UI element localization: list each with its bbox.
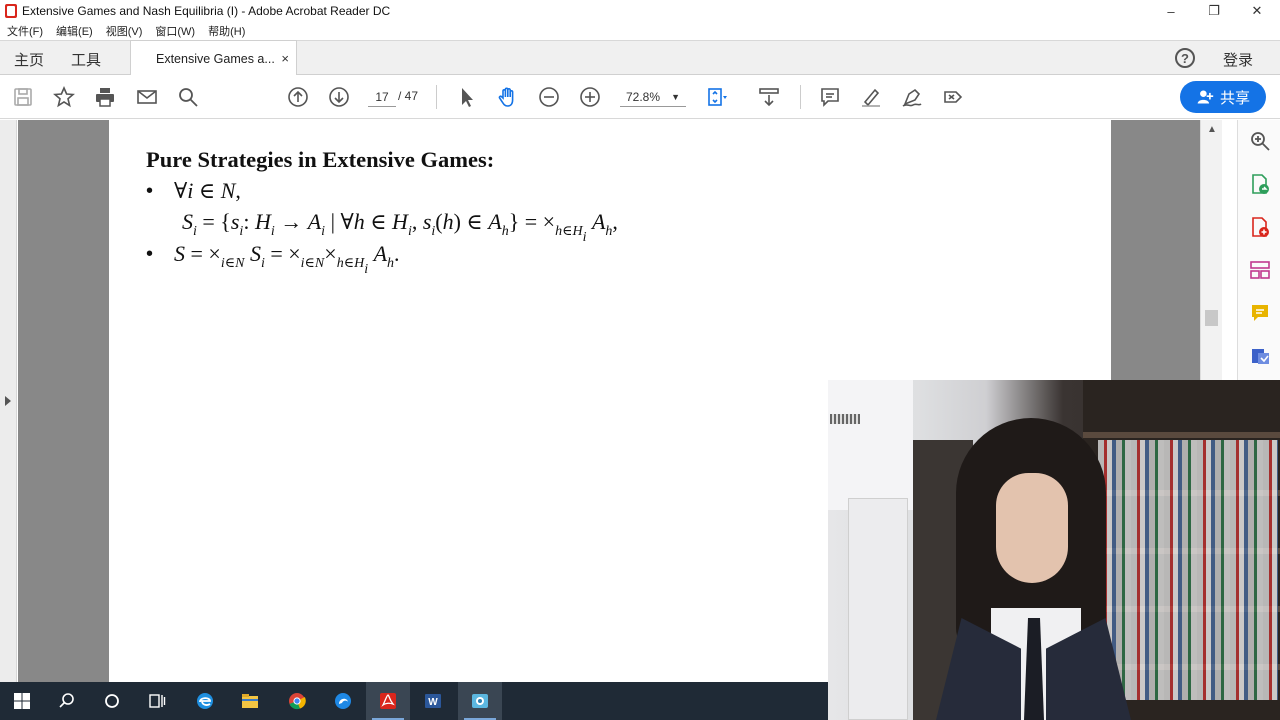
chevron-down-icon: ▼ bbox=[671, 92, 680, 102]
chrome-button[interactable] bbox=[275, 682, 319, 720]
windows-logo-icon bbox=[14, 693, 30, 709]
toolbar: 17 / 47 72.8% ▼ 共享 bbox=[0, 75, 1280, 119]
math-line-for-all: ∀i ∈ N, bbox=[174, 178, 241, 203]
organize-pages-icon[interactable] bbox=[1249, 259, 1271, 281]
word-button[interactable]: W bbox=[411, 682, 455, 720]
tab-bar: 主页 工具 Extensive Games a... × ? 登录 bbox=[0, 40, 1280, 76]
edge-button[interactable] bbox=[183, 682, 227, 720]
create-pdf-icon[interactable] bbox=[1249, 216, 1271, 238]
select-cursor-icon[interactable] bbox=[455, 85, 479, 109]
svg-text:W: W bbox=[428, 697, 438, 708]
login-link[interactable]: 登录 bbox=[1223, 49, 1253, 70]
page-total: / 47 bbox=[398, 89, 419, 103]
page-number-input[interactable]: 17 bbox=[368, 87, 396, 107]
presenter bbox=[936, 418, 1131, 720]
math-line-product: S = ×i∈N Si = ×i∈N×h∈Hi Ah. bbox=[174, 241, 400, 277]
next-page-icon[interactable] bbox=[327, 85, 351, 109]
menu-view[interactable]: 视图(V) bbox=[106, 23, 143, 39]
scroll-mode-icon[interactable] bbox=[757, 85, 781, 109]
tab-document[interactable]: Extensive Games a... × bbox=[130, 40, 297, 76]
title-bar: Extensive Games and Nash Equilibria (I) … bbox=[0, 0, 1280, 22]
word-icon: W bbox=[425, 694, 441, 708]
taskbar-search-button[interactable] bbox=[45, 682, 89, 720]
menu-window[interactable]: 窗口(W) bbox=[155, 23, 195, 39]
media-app-button[interactable] bbox=[458, 682, 502, 720]
sign-icon[interactable] bbox=[900, 85, 924, 109]
acrobat-button[interactable] bbox=[366, 682, 410, 720]
cortana-button[interactable] bbox=[90, 682, 134, 720]
hand-tool-icon[interactable] bbox=[496, 85, 520, 109]
tab-document-label: Extensive Games a... bbox=[156, 51, 275, 66]
send-for-review-icon[interactable] bbox=[1249, 345, 1271, 367]
zoom-level-dropdown[interactable]: 72.8% ▼ bbox=[620, 87, 686, 107]
previous-page-icon[interactable] bbox=[286, 85, 310, 109]
minimize-button[interactable]: – bbox=[1148, 0, 1194, 22]
search-icon bbox=[59, 693, 74, 708]
share-label: 共享 bbox=[1219, 89, 1250, 107]
menu-edit[interactable]: 编辑(E) bbox=[56, 23, 93, 39]
menu-bar: 文件(F) 编辑(E) 视图(V) 窗口(W) 帮助(H) bbox=[0, 22, 1280, 40]
comment-icon[interactable] bbox=[818, 85, 842, 109]
bullet-1: • bbox=[146, 180, 154, 202]
highlight-pen-icon[interactable] bbox=[859, 85, 883, 109]
webcam-wall-vent bbox=[830, 414, 860, 424]
window-title: Extensive Games and Nash Equilibria (I) … bbox=[22, 4, 391, 18]
start-button[interactable] bbox=[0, 682, 44, 720]
print-icon[interactable] bbox=[93, 85, 117, 109]
scroll-up-icon[interactable]: ▲ bbox=[1207, 124, 1217, 135]
file-explorer-icon bbox=[242, 694, 258, 708]
slide-heading: Pure Strategies in Extensive Games: bbox=[146, 147, 495, 172]
tab-tools[interactable]: 工具 bbox=[71, 49, 101, 70]
toolbar-divider bbox=[436, 85, 437, 109]
webcam-door bbox=[848, 498, 908, 720]
find-search-icon[interactable] bbox=[176, 85, 200, 109]
zoom-search-icon[interactable] bbox=[1249, 130, 1271, 152]
email-icon[interactable] bbox=[135, 85, 159, 109]
file-explorer-button[interactable] bbox=[228, 682, 272, 720]
webcam-overlay bbox=[828, 380, 1280, 720]
fill-sign-icon[interactable] bbox=[941, 85, 965, 109]
acrobat-logo-icon bbox=[5, 4, 17, 18]
bullet-2: • bbox=[146, 243, 154, 265]
bookmark-star-icon[interactable] bbox=[52, 85, 76, 109]
share-button[interactable]: 共享 bbox=[1180, 81, 1266, 113]
webcam-window-light bbox=[828, 380, 913, 510]
acrobat-icon bbox=[380, 693, 396, 709]
chrome-icon bbox=[289, 693, 306, 710]
app-icon bbox=[335, 693, 351, 709]
close-window-button[interactable]: ✕ bbox=[1234, 0, 1280, 22]
zoom-level-value: 72.8% bbox=[626, 90, 661, 104]
close-tab-icon[interactable]: × bbox=[281, 51, 289, 66]
media-app-icon bbox=[472, 694, 488, 708]
export-pdf-icon[interactable] bbox=[1249, 173, 1271, 195]
toolbar-divider bbox=[800, 85, 801, 109]
tab-home[interactable]: 主页 bbox=[14, 49, 44, 70]
cortana-icon bbox=[105, 694, 119, 708]
task-view-icon bbox=[149, 694, 166, 708]
save-icon[interactable] bbox=[11, 85, 35, 109]
comment-tool-icon[interactable] bbox=[1249, 302, 1271, 324]
fit-page-icon[interactable] bbox=[705, 85, 729, 109]
add-person-icon bbox=[1197, 90, 1214, 104]
zoom-out-icon[interactable] bbox=[537, 85, 561, 109]
scrollbar-thumb[interactable] bbox=[1205, 310, 1218, 326]
menu-file[interactable]: 文件(F) bbox=[7, 23, 43, 39]
menu-help[interactable]: 帮助(H) bbox=[208, 23, 245, 39]
zoom-in-icon[interactable] bbox=[578, 85, 602, 109]
left-navigation-rail[interactable] bbox=[0, 120, 17, 682]
windows-taskbar: W bbox=[0, 682, 828, 720]
presenter-face bbox=[996, 473, 1068, 583]
edge-icon bbox=[197, 693, 213, 709]
task-view-button[interactable] bbox=[135, 682, 179, 720]
restore-button[interactable]: ❐ bbox=[1191, 0, 1237, 22]
expand-pane-icon[interactable] bbox=[5, 396, 11, 406]
help-icon[interactable]: ? bbox=[1175, 48, 1195, 68]
app-button[interactable] bbox=[321, 682, 365, 720]
